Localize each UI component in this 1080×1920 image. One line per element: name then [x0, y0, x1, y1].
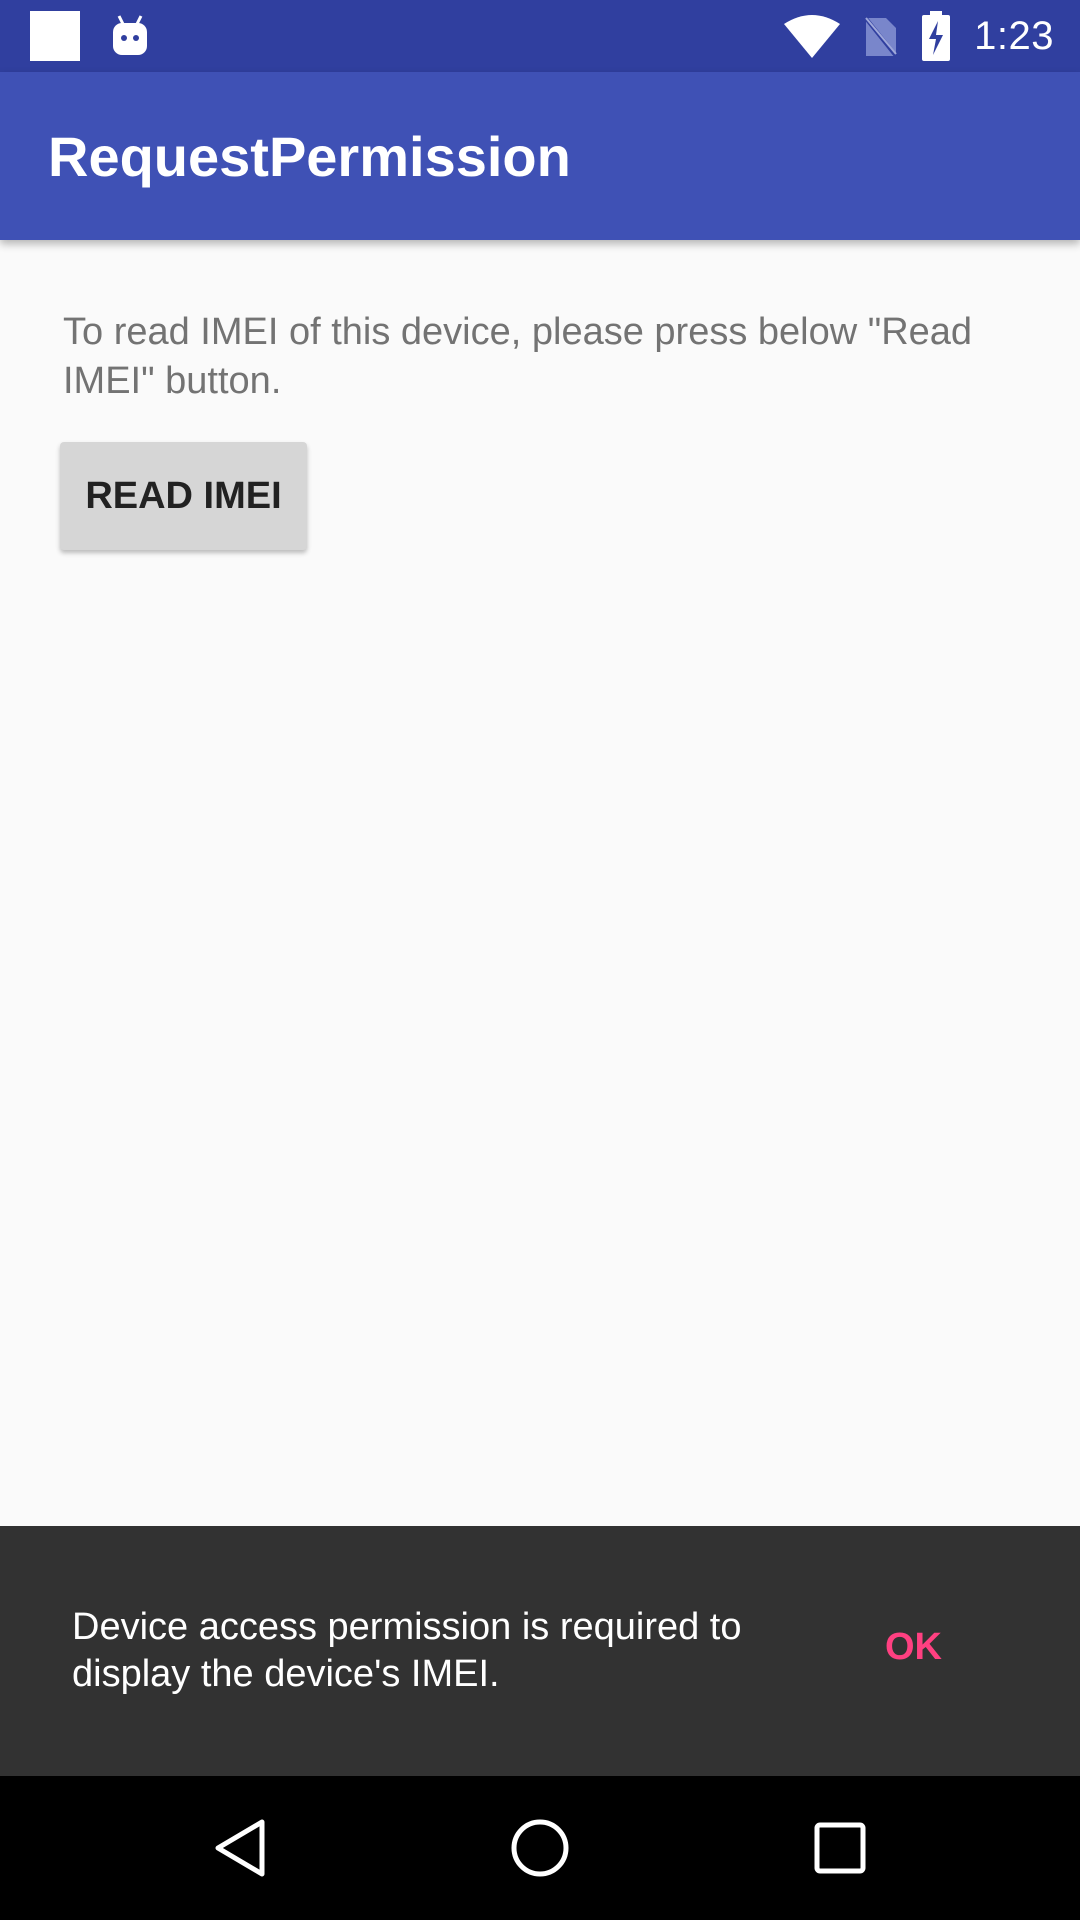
back-icon [215, 1819, 265, 1877]
navigation-bar [0, 1776, 1080, 1920]
clock: 1:23 [974, 13, 1054, 58]
status-bar: 1:23 [0, 0, 1080, 72]
snackbar-ok-button[interactable]: OK [885, 1626, 942, 1669]
android-icon [113, 15, 147, 55]
snackbar-message: Device access permission is required to … [72, 1606, 742, 1695]
instruction-text: To read IMEI of this device, please pres… [63, 311, 973, 402]
home-button[interactable] [490, 1798, 590, 1898]
app-title: RequestPermission [48, 125, 571, 188]
home-icon [511, 1819, 569, 1877]
wifi-icon [784, 15, 841, 58]
recents-button[interactable] [790, 1798, 890, 1898]
snackbar: Device access permission is required to … [0, 1526, 1080, 1776]
recents-icon [814, 1822, 866, 1874]
app-bar: RequestPermission [0, 72, 1080, 240]
no-sim-icon [862, 14, 898, 58]
battery-charging-icon [922, 11, 951, 61]
read-imei-button[interactable]: READ IMEI [60, 442, 307, 550]
notification-square-icon [30, 11, 80, 61]
back-button[interactable] [190, 1798, 290, 1898]
